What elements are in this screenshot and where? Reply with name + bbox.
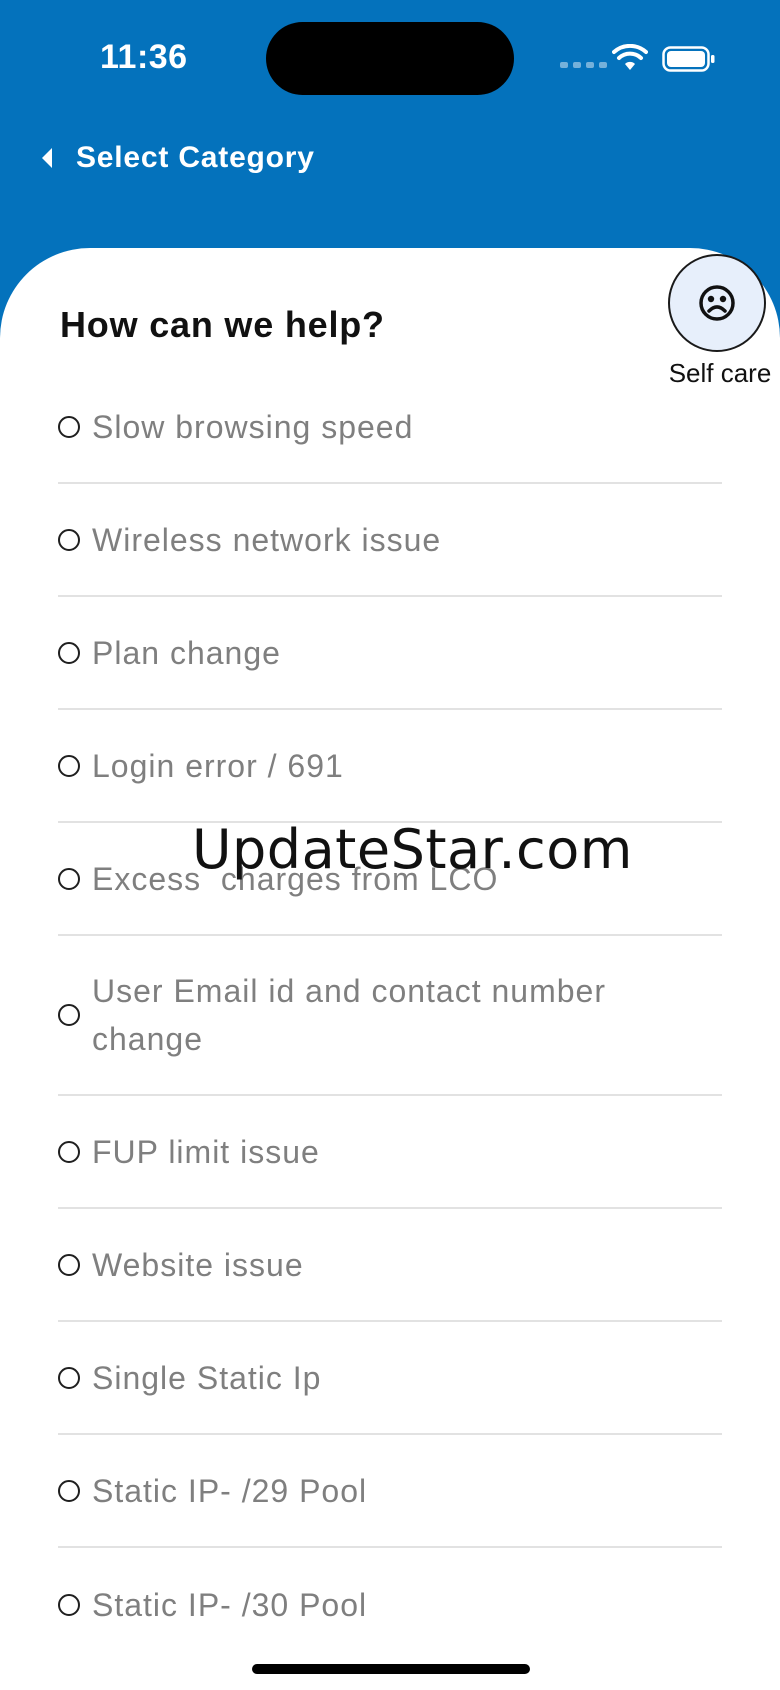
option-label: Website issue bbox=[92, 1246, 304, 1283]
self-care-face-icon bbox=[699, 285, 735, 321]
category-option[interactable]: Slow browsing speed bbox=[58, 371, 722, 484]
radio-button[interactable] bbox=[58, 1593, 80, 1616]
wifi-icon bbox=[612, 44, 648, 70]
option-label: Slow browsing speed bbox=[92, 408, 414, 445]
watermark: UpdateStar.com bbox=[192, 818, 633, 881]
radio-button[interactable] bbox=[58, 641, 80, 664]
option-label: Static IP- /29 Pool bbox=[92, 1472, 368, 1509]
option-label: User Email id and contact number change bbox=[92, 973, 606, 1057]
cellular-signal-icon bbox=[560, 62, 607, 68]
status-time: 11:36 bbox=[100, 38, 188, 76]
back-navigation[interactable]: Select Category bbox=[40, 136, 315, 180]
home-indicator bbox=[252, 1664, 530, 1674]
option-label: Single Static Ip bbox=[92, 1359, 322, 1396]
battery-icon bbox=[662, 46, 715, 72]
category-option[interactable]: Static IP- /29 Pool bbox=[58, 1435, 722, 1548]
chevron-left-icon[interactable] bbox=[40, 147, 54, 169]
help-heading: How can we help? bbox=[60, 304, 385, 345]
radio-button[interactable] bbox=[58, 1140, 80, 1163]
category-option[interactable]: Login error / 691 bbox=[58, 710, 722, 823]
radio-button[interactable] bbox=[58, 1253, 80, 1276]
page-title: Select Category bbox=[76, 141, 315, 174]
category-list: Slow browsing speed Wireless network iss… bbox=[58, 371, 722, 1661]
category-option[interactable]: Single Static Ip bbox=[58, 1322, 722, 1435]
category-option[interactable]: Website issue bbox=[58, 1209, 722, 1322]
self-care-circle[interactable] bbox=[668, 254, 766, 352]
option-label: Login error / 691 bbox=[92, 747, 344, 784]
radio-button[interactable] bbox=[58, 1366, 80, 1389]
dynamic-island bbox=[266, 22, 514, 95]
radio-button[interactable] bbox=[58, 415, 80, 438]
radio-button[interactable] bbox=[58, 1479, 80, 1502]
status-bar: 11:36 bbox=[0, 0, 780, 120]
category-option[interactable]: Plan change bbox=[58, 597, 722, 710]
option-label: Static IP- /30 Pool bbox=[92, 1586, 368, 1623]
option-label: Wireless network issue bbox=[92, 521, 442, 558]
category-option[interactable]: FUP limit issue bbox=[58, 1096, 722, 1209]
category-option[interactable]: Wireless network issue bbox=[58, 484, 722, 597]
radio-button[interactable] bbox=[58, 1004, 80, 1026]
radio-button[interactable] bbox=[58, 528, 80, 551]
category-option[interactable]: Static IP- /30 Pool bbox=[58, 1548, 722, 1661]
option-label: Plan change bbox=[92, 634, 281, 671]
radio-button[interactable] bbox=[58, 867, 80, 890]
radio-button[interactable] bbox=[58, 754, 80, 777]
category-option[interactable]: User Email id and contact number change bbox=[58, 936, 722, 1096]
option-label: FUP limit issue bbox=[92, 1133, 320, 1170]
